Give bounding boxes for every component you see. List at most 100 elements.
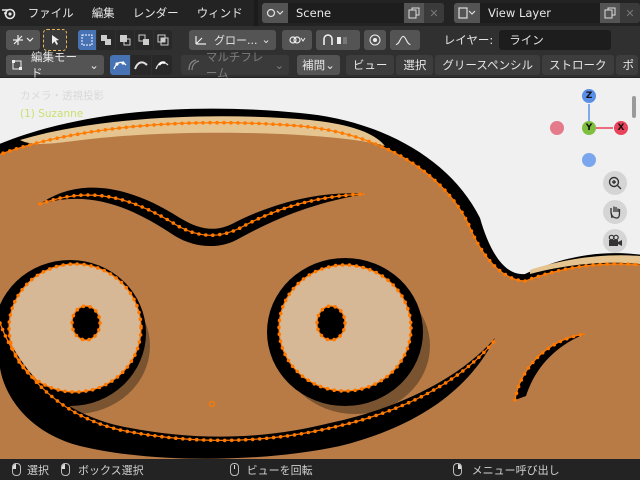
stroke-point[interactable]: [159, 122, 163, 127]
stroke-point[interactable]: [58, 196, 62, 200]
stroke-point[interactable]: [243, 438, 248, 442]
stroke-point[interactable]: [171, 221, 176, 225]
stroke-point[interactable]: [431, 388, 436, 392]
stroke-point[interactable]: [516, 278, 520, 282]
stroke-point[interactable]: [400, 403, 405, 408]
stroke-point[interactable]: [394, 406, 398, 411]
stroke-point[interactable]: [218, 232, 222, 237]
copy-scene-icon[interactable]: [404, 3, 424, 23]
stroke-point[interactable]: [41, 270, 46, 274]
stroke-point[interactable]: [312, 382, 317, 386]
stroke-point[interactable]: [342, 315, 346, 319]
stroke-point[interactable]: [16, 293, 20, 298]
stroke-point[interactable]: [405, 157, 409, 162]
stroke-point[interactable]: [523, 279, 527, 283]
stroke-point[interactable]: [146, 433, 150, 437]
stroke-point[interactable]: [77, 390, 81, 394]
stroke-point[interactable]: [342, 328, 346, 332]
scene-name-field[interactable]: Scene: [288, 3, 404, 23]
stroke-point[interactable]: [626, 262, 630, 266]
stroke-point[interactable]: [313, 126, 317, 130]
stroke-point[interactable]: [391, 283, 396, 287]
stroke-point[interactable]: [552, 342, 556, 347]
stroke-point[interactable]: [286, 358, 291, 363]
stroke-point[interactable]: [98, 321, 102, 325]
close-view-layer-icon[interactable]: ✕: [620, 3, 640, 23]
stroke-point[interactable]: [300, 374, 305, 379]
stroke-point[interactable]: [326, 128, 331, 132]
stroke-point[interactable]: [340, 423, 345, 427]
falloff-dropdown[interactable]: [389, 29, 420, 50]
stroke-point[interactable]: [536, 274, 541, 279]
stroke-point[interactable]: [455, 373, 460, 377]
stroke-point[interactable]: [413, 398, 417, 402]
stroke-point[interactable]: [535, 355, 540, 360]
stroke-point[interactable]: [34, 141, 39, 145]
stroke-point[interactable]: [406, 306, 410, 311]
stroke-point[interactable]: [231, 229, 236, 233]
stroke-point[interactable]: [392, 150, 397, 155]
stroke-point[interactable]: [131, 124, 135, 129]
select-points-icon[interactable]: [109, 55, 130, 75]
stroke-point[interactable]: [285, 123, 289, 127]
stroke-point[interactable]: [48, 267, 52, 271]
stroke-point[interactable]: [476, 241, 480, 246]
stroke-point[interactable]: [306, 430, 311, 435]
stroke-point[interactable]: [177, 224, 182, 229]
stroke-point[interactable]: [319, 127, 324, 131]
stroke-point[interactable]: [39, 385, 44, 390]
stroke-point[interactable]: [102, 268, 106, 273]
stroke-point[interactable]: [146, 208, 151, 212]
stroke-point[interactable]: [82, 262, 86, 267]
stroke-point[interactable]: [85, 416, 90, 421]
stroke-point[interactable]: [299, 432, 304, 436]
stroke-point[interactable]: [570, 266, 575, 270]
stroke-point[interactable]: [62, 135, 66, 139]
stroke-point[interactable]: [137, 340, 142, 344]
stroke-point[interactable]: [296, 202, 300, 207]
stroke-point[interactable]: [313, 429, 317, 434]
stroke-point[interactable]: [201, 438, 206, 442]
stroke-point[interactable]: [323, 196, 327, 200]
stroke-point[interactable]: [167, 435, 171, 440]
view-layer-name-field[interactable]: View Layer: [480, 3, 600, 23]
stroke-point[interactable]: [17, 358, 21, 363]
stroke-point[interactable]: [469, 229, 474, 233]
proportional-edit-toggle[interactable]: [363, 29, 386, 50]
stroke-point[interactable]: [343, 321, 347, 325]
stroke-point[interactable]: [28, 143, 32, 147]
stroke-point[interactable]: [111, 426, 116, 431]
stroke-point[interactable]: [86, 193, 90, 197]
select-extend-icon[interactable]: [97, 29, 115, 50]
stroke-point[interactable]: [366, 385, 371, 389]
stroke-point[interactable]: [309, 199, 314, 203]
stroke-point[interactable]: [30, 375, 34, 379]
stroke-point[interactable]: [276, 208, 280, 213]
stroke-point[interactable]: [87, 337, 91, 342]
stroke-point[interactable]: [82, 131, 87, 135]
stroke-point[interactable]: [103, 128, 108, 132]
stroke-point[interactable]: [396, 288, 400, 293]
grease-pencil-drawing[interactable]: [0, 78, 640, 459]
stroke-point[interactable]: [387, 408, 392, 413]
stroke-point[interactable]: [332, 388, 337, 393]
stroke-point[interactable]: [277, 332, 282, 336]
stroke-point[interactable]: [208, 438, 213, 443]
stroke-point[interactable]: [243, 121, 247, 125]
stroke-point[interactable]: [472, 235, 477, 240]
stroke-point[interactable]: [104, 382, 108, 387]
stroke-point[interactable]: [135, 346, 140, 351]
stroke-point[interactable]: [88, 305, 92, 309]
stroke-point[interactable]: [373, 142, 378, 146]
stroke-point[interactable]: [90, 387, 95, 392]
stroke-point[interactable]: [277, 325, 281, 330]
stroke-point[interactable]: [114, 276, 118, 280]
stroke-point[interactable]: [110, 127, 115, 131]
stroke-point[interactable]: [117, 126, 121, 130]
stroke-point[interactable]: [56, 388, 60, 392]
stroke-point[interactable]: [486, 345, 491, 350]
stroke-point[interactable]: [320, 428, 324, 432]
stroke-point[interactable]: [70, 320, 74, 325]
stroke-point[interactable]: [367, 139, 371, 144]
stroke-point[interactable]: [201, 121, 205, 125]
